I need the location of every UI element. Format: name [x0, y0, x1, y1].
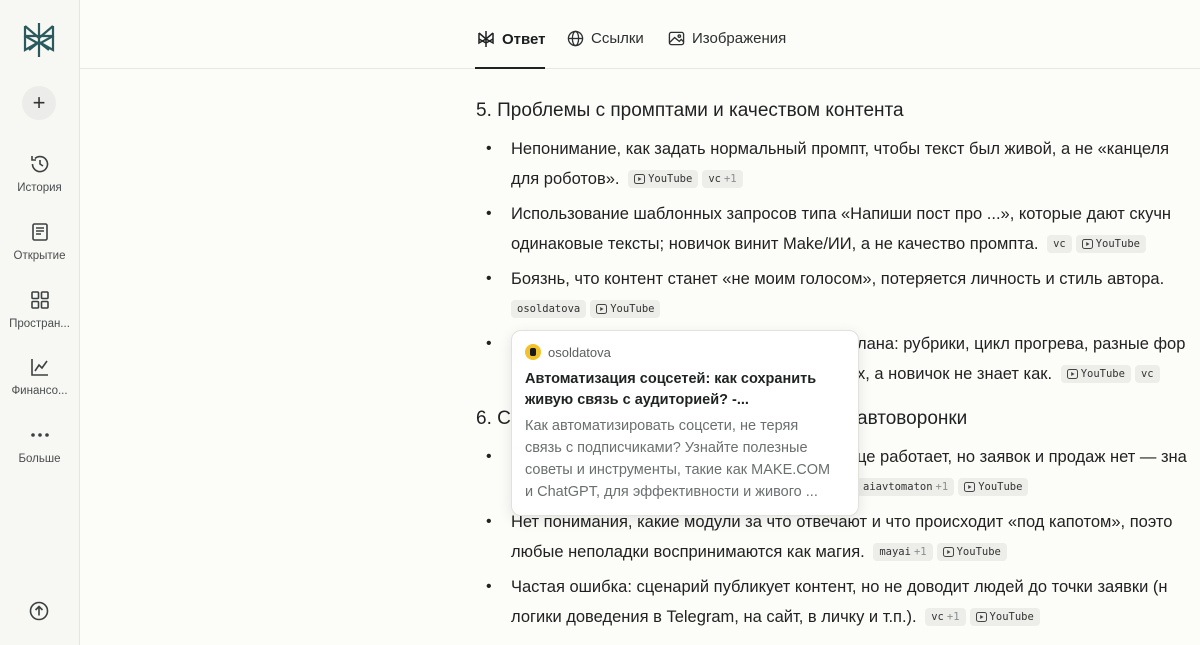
source-pill-aiavtomaton[interactable]: aiavtomaton +1 — [857, 478, 955, 496]
image-icon — [668, 31, 685, 46]
youtube-icon — [975, 612, 987, 622]
more-icon — [30, 433, 49, 437]
tab-label: Ссылки — [591, 30, 644, 47]
upgrade-arrow-icon[interactable] — [28, 600, 50, 622]
sidebar-item-label: История — [17, 182, 62, 194]
spaces-icon — [30, 291, 49, 309]
tab-label: Ответ — [502, 30, 546, 48]
list-item-text: х, а новичок не знает как. — [857, 365, 1053, 383]
source-pill-vc[interactable]: vc — [1047, 235, 1072, 253]
list-item-text: Использование шаблонных запросов типа «Н… — [511, 205, 1172, 223]
list-item-text: це работает, но заявок и продаж нет — зн… — [857, 448, 1187, 466]
source-pill-youtube[interactable]: YouTube — [1060, 365, 1131, 383]
sidebar-item-spaces[interactable]: Простран... — [0, 289, 79, 330]
tab-answer[interactable]: Ответ — [477, 30, 546, 48]
bullet: • — [486, 513, 492, 530]
answer-logo-icon — [478, 31, 494, 47]
discover-icon — [31, 223, 48, 241]
source-pill-youtube[interactable]: YouTube — [1075, 235, 1146, 253]
source-pill-youtube[interactable]: YouTube — [628, 170, 699, 188]
bullet: • — [486, 448, 492, 465]
source-pill-youtube[interactable]: YouTube — [936, 543, 1007, 561]
tab-images[interactable]: Изображения — [668, 30, 786, 47]
sidebar-item-more[interactable]: Больше — [0, 424, 79, 465]
sidebar-item-label: Простран... — [9, 318, 70, 330]
section-heading-prefix: 6. С — [476, 408, 511, 429]
bullet: • — [486, 270, 492, 287]
youtube-icon — [942, 547, 954, 557]
perplexity-logo-icon[interactable] — [20, 20, 58, 60]
source-pill-vc[interactable]: vc +1 — [702, 170, 743, 188]
finance-icon — [30, 359, 48, 376]
youtube-icon — [634, 174, 646, 184]
popup-source: osoldatova — [525, 344, 611, 360]
section-heading: 5. Проблемы с промптами и качеством конт… — [476, 100, 904, 121]
tab-label: Изображения — [692, 30, 787, 47]
new-thread-button[interactable]: + — [22, 86, 56, 120]
sidebar-item-finance[interactable]: Финансо... — [0, 356, 79, 397]
sidebar-item-label: Финансо... — [11, 385, 68, 397]
list-item-text: Частая ошибка: сценарий публикует контен… — [511, 578, 1168, 596]
youtube-icon — [1066, 369, 1078, 379]
list-item-text: Боязнь, что контент станет «не моим голо… — [511, 270, 1165, 288]
list-item-text: одинаковые тексты; новичок винит Make/ИИ… — [511, 235, 1039, 253]
section-heading-suffix: автоворонки — [857, 408, 968, 429]
youtube-icon — [964, 482, 976, 492]
sidebar-item-label: Больше — [18, 453, 61, 465]
youtube-icon — [596, 304, 608, 314]
bullet: • — [486, 140, 492, 157]
source-pill-youtube[interactable]: YouTube — [958, 478, 1029, 496]
list-item-text: лана: рубрики, цикл прогрева, разные фор — [857, 335, 1186, 353]
bullet: • — [486, 578, 492, 595]
tab-links[interactable]: Ссылки — [567, 30, 644, 47]
list-item-text: для роботов». — [511, 170, 620, 188]
sidebar-item-label: Открытие — [13, 250, 66, 262]
globe-icon — [567, 30, 584, 47]
source-pill-youtube[interactable]: YouTube — [969, 608, 1040, 626]
popup-description: Как автоматизировать соцсети, не теряя с… — [525, 418, 831, 500]
source-pill-vc[interactable]: vc — [1134, 365, 1160, 383]
list-item-text: Непонимание, как задать нормальный промп… — [511, 140, 1170, 158]
youtube-icon — [1081, 239, 1093, 249]
list-item-text: любые неполадки воспринимаются как магия… — [511, 543, 865, 561]
source-pill-youtube[interactable]: YouTube — [590, 300, 661, 318]
sidebar-item-history[interactable]: История — [0, 153, 79, 194]
bullet: • — [486, 205, 492, 222]
popup-source-name: osoldatova — [548, 344, 611, 360]
source-favicon-icon — [525, 344, 541, 360]
source-preview-popup[interactable]: osoldatova Автоматизация соцсетей: как с… — [511, 330, 859, 516]
source-pill-osoldatova[interactable]: osoldatova — [511, 300, 587, 318]
history-icon — [30, 155, 48, 173]
popup-title[interactable]: Автоматизация соцсетей: как сохранить жи… — [525, 369, 850, 411]
source-pill-vc[interactable]: vc +1 — [925, 608, 966, 626]
bullet: • — [486, 335, 492, 352]
source-pill-mayai[interactable]: mayai +1 — [873, 543, 933, 561]
list-item-text: логики доведения в Telegram, на сайт, в … — [511, 608, 917, 626]
sidebar: + История Открытие Простран... Финансо..… — [0, 0, 80, 645]
sidebar-item-discover[interactable]: Открытие — [0, 221, 79, 262]
